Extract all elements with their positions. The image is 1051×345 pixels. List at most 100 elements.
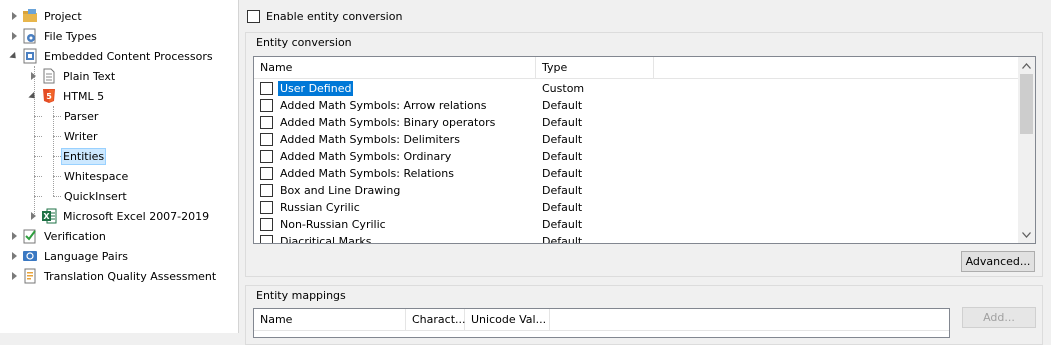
tree-item-label: File Types	[44, 29, 97, 43]
project-folder-icon	[22, 8, 38, 24]
tree-item-embedded-content-processors[interactable]: Embedded Content Processors	[9, 46, 215, 66]
tree-item-label: Translation Quality Assessment	[44, 269, 217, 283]
advanced-button[interactable]: Advanced...	[961, 251, 1035, 272]
tree-item-writer[interactable]: Writer	[62, 126, 100, 146]
entity-conversion-table[interactable]: Name Type User Defined Custom Added Math…	[253, 56, 1036, 244]
table-row[interactable]: Added Math Symbols: Ordinary Default	[254, 148, 1020, 165]
enable-entity-conversion-label: Enable entity conversion	[266, 10, 403, 23]
tree-item-label: Verification	[44, 229, 106, 243]
row-name: Diacritical Marks	[280, 235, 372, 244]
enable-entity-conversion[interactable]: Enable entity conversion	[247, 10, 402, 23]
entity-mappings-title: Entity mappings	[256, 289, 346, 302]
tree-item-translation-quality-assessment[interactable]: Translation Quality Assessment	[9, 266, 218, 286]
column-header-character[interactable]: Charact...	[406, 309, 466, 331]
row-checkbox[interactable]	[260, 218, 273, 231]
row-checkbox[interactable]	[260, 133, 273, 146]
table-row[interactable]: Added Math Symbols: Binary operators Def…	[254, 114, 1020, 131]
row-name: Added Math Symbols: Delimiters	[280, 133, 460, 146]
expand-arrow-icon[interactable]	[28, 66, 38, 86]
expand-arrow-icon[interactable]	[9, 266, 19, 286]
tree-item-html5[interactable]: 5 HTML 5	[28, 86, 106, 106]
row-checkbox[interactable]	[260, 150, 273, 163]
svg-text:5: 5	[46, 92, 52, 101]
expand-arrow-icon[interactable]	[9, 6, 19, 26]
vertical-scrollbar[interactable]	[1018, 57, 1035, 243]
add-button[interactable]: Add...	[962, 307, 1036, 328]
column-header-type[interactable]: Type	[536, 57, 654, 79]
row-checkbox[interactable]	[260, 82, 273, 95]
tree-item-plain-text[interactable]: Plain Text	[28, 66, 117, 86]
verification-icon	[22, 228, 38, 244]
table-row[interactable]: Added Math Symbols: Arrow relations Defa…	[254, 97, 1020, 114]
enable-entity-conversion-checkbox[interactable]	[247, 10, 260, 23]
row-checkbox[interactable]	[260, 167, 273, 180]
column-header-filler	[550, 309, 949, 331]
row-name: Non-Russian Cyrilic	[280, 218, 386, 231]
language-pairs-icon	[22, 248, 38, 264]
column-header-name[interactable]: Name	[254, 309, 406, 331]
scrollbar-thumb[interactable]	[1020, 74, 1033, 134]
row-checkbox[interactable]	[260, 184, 273, 197]
table-header: Name Type	[254, 57, 1020, 79]
tree-item-label: Plain Text	[63, 69, 116, 83]
row-type: Default	[542, 116, 583, 129]
row-type: Default	[542, 133, 583, 146]
row-checkbox[interactable]	[260, 235, 273, 243]
expand-arrow-icon[interactable]	[9, 26, 19, 46]
table-row[interactable]: User Defined Custom	[254, 80, 1020, 97]
collapse-arrow-icon[interactable]	[9, 46, 19, 66]
tree-item-label: HTML 5	[63, 89, 105, 103]
table-row[interactable]: Russian Cyrilic Default	[254, 199, 1020, 216]
row-checkbox[interactable]	[260, 201, 273, 214]
table-row[interactable]: Non-Russian Cyrilic Default	[254, 216, 1020, 233]
tree-item-label: Microsoft Excel 2007-2019	[63, 209, 210, 223]
row-name: Russian Cyrilic	[280, 201, 360, 214]
table-header: Name Charact... Unicode Val...	[254, 309, 949, 331]
svg-text:X: X	[43, 212, 50, 221]
table-row[interactable]: Added Math Symbols: Relations Default	[254, 165, 1020, 182]
tree-item-verification[interactable]: Verification	[9, 226, 108, 246]
row-type: Default	[542, 167, 583, 180]
tree-item-quickinsert[interactable]: QuickInsert	[62, 186, 129, 206]
expand-arrow-icon[interactable]	[28, 206, 38, 226]
row-name: Added Math Symbols: Arrow relations	[280, 99, 487, 112]
scroll-down-icon[interactable]	[1018, 226, 1035, 243]
row-type: Default	[542, 201, 583, 214]
tree-item-label: Writer	[64, 129, 98, 143]
tree-item-whitespace[interactable]: Whitespace	[62, 166, 130, 186]
entity-conversion-title: Entity conversion	[256, 36, 352, 49]
excel-icon: X	[41, 208, 57, 224]
row-name: Added Math Symbols: Binary operators	[280, 116, 496, 129]
tree-item-file-types[interactable]: File Types	[9, 26, 99, 46]
tree-item-parser[interactable]: Parser	[62, 106, 100, 126]
expand-arrow-icon[interactable]	[9, 246, 19, 266]
collapse-arrow-icon[interactable]	[28, 86, 38, 106]
html5-icon: 5	[41, 88, 57, 104]
row-type: Default	[542, 218, 583, 231]
row-type: Default	[542, 184, 583, 197]
column-header-filler	[654, 57, 1020, 79]
tree-item-label: QuickInsert	[64, 189, 127, 203]
column-header-unicode-value[interactable]: Unicode Val...	[465, 309, 550, 331]
column-header-name[interactable]: Name	[254, 57, 536, 79]
tree-item-microsoft-excel[interactable]: X Microsoft Excel 2007-2019	[28, 206, 211, 226]
entity-mappings-table[interactable]: Name Charact... Unicode Val...	[253, 308, 950, 338]
table-row[interactable]: Added Math Symbols: Delimiters Default	[254, 131, 1020, 148]
tree-item-project[interactable]: Project	[9, 6, 84, 26]
tree-item-entities[interactable]: Entities	[61, 146, 107, 166]
row-checkbox[interactable]	[260, 99, 273, 112]
tree-item-label: Embedded Content Processors	[44, 49, 213, 63]
row-checkbox[interactable]	[260, 116, 273, 129]
expand-arrow-icon[interactable]	[9, 226, 19, 246]
table-row[interactable]: Box and Line Drawing Default	[254, 182, 1020, 199]
tree-item-label: Parser	[64, 109, 99, 123]
scroll-up-icon[interactable]	[1018, 57, 1035, 74]
settings-tree: Project File Types Embedded Content Proc…	[0, 0, 239, 333]
tree-item-language-pairs[interactable]: Language Pairs	[9, 246, 130, 266]
row-name: Added Math Symbols: Ordinary	[280, 150, 452, 163]
table-row[interactable]: Diacritical Marks Default	[254, 233, 1020, 244]
row-type: Default	[542, 150, 583, 163]
row-name: Added Math Symbols: Relations	[280, 167, 454, 180]
quality-assessment-icon	[22, 268, 38, 284]
tree-item-label: Language Pairs	[44, 249, 128, 263]
